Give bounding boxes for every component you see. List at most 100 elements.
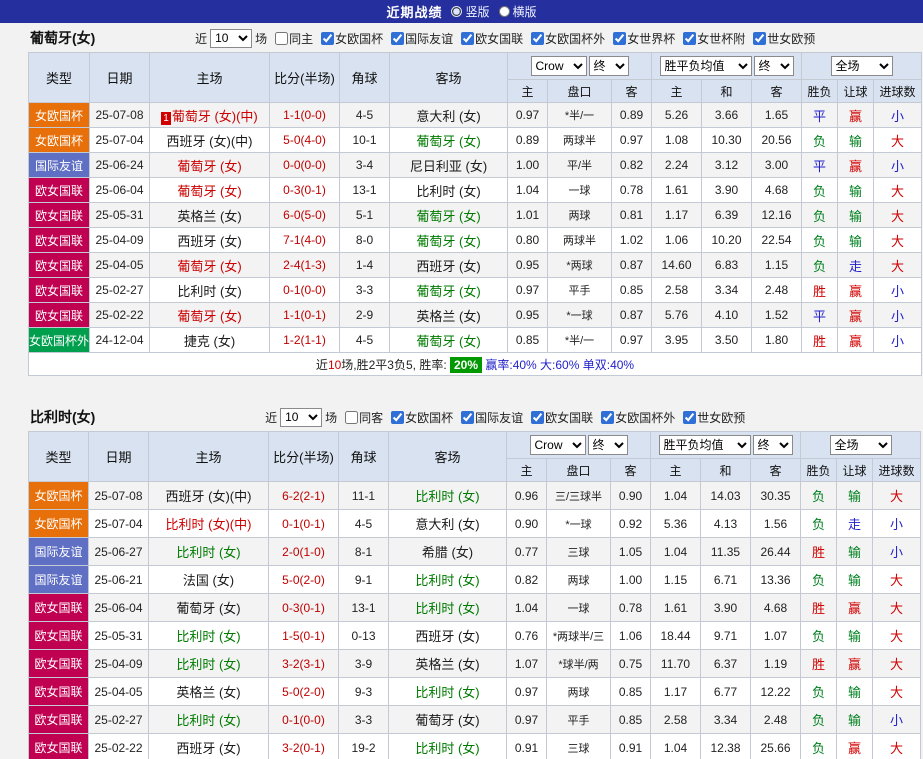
- home-team[interactable]: 捷克 (女): [149, 327, 271, 353]
- filter-competition-女欧国杯[interactable]: 女欧国杯: [391, 409, 453, 426]
- result-goals: 小: [872, 509, 921, 538]
- home-team[interactable]: 葡萄牙 (女): [148, 593, 269, 622]
- competition-checkbox[interactable]: [461, 410, 475, 424]
- competition-checkbox[interactable]: [391, 31, 405, 45]
- period-select[interactable]: 全场: [830, 56, 893, 76]
- filter-same-venue[interactable]: 同主: [275, 30, 313, 47]
- away-team[interactable]: 比利时 (女): [388, 677, 507, 706]
- filter-competition-女欧国杯外[interactable]: 女欧国杯外: [601, 409, 675, 426]
- layout-radio-horizontal[interactable]: [498, 6, 510, 17]
- avg-away: 12.16: [751, 202, 803, 228]
- recent-count-select[interactable]: 10: [280, 407, 323, 427]
- away-team[interactable]: 比利时 (女): [388, 481, 507, 510]
- away-team[interactable]: 葡萄牙 (女): [389, 202, 509, 228]
- corner-score: 3-3: [338, 705, 389, 734]
- home-team[interactable]: 西班牙 (女): [149, 227, 271, 253]
- competition-checkbox[interactable]: [753, 31, 767, 45]
- filter-competition-世女欧预[interactable]: 世女欧预: [753, 30, 815, 47]
- bookmaker-select[interactable]: Crow: [530, 56, 587, 76]
- away-team[interactable]: 意大利 (女): [388, 509, 507, 538]
- matches-table: 类型 日期 主场 比分(半场) 角球 客场 Crow 终胜平负均值终全场主盘口客主和客胜负 让球…: [28, 431, 921, 759]
- away-team[interactable]: 意大利 (女): [389, 102, 509, 128]
- home-team[interactable]: 法国 (女): [148, 565, 269, 594]
- away-team[interactable]: 葡萄牙 (女): [389, 277, 509, 303]
- home-team[interactable]: 葡萄牙 (女): [149, 152, 271, 178]
- competition-checkbox[interactable]: [613, 31, 627, 45]
- avg-odds-select[interactable]: 胜平负均值: [658, 435, 751, 455]
- period-select[interactable]: 全场: [829, 435, 892, 455]
- away-team[interactable]: 希腊 (女): [388, 537, 507, 566]
- col-odds-handicap: 盘口: [547, 79, 613, 103]
- home-team[interactable]: 比利时 (女)(中): [148, 509, 269, 538]
- filter-competition-女世界杯[interactable]: 女世界杯: [613, 30, 675, 47]
- away-team[interactable]: 尼日利亚 (女): [389, 152, 509, 178]
- away-team[interactable]: 葡萄牙 (女): [389, 227, 509, 253]
- home-team[interactable]: 比利时 (女): [148, 537, 269, 566]
- home-team[interactable]: 葡萄牙 (女): [149, 302, 271, 328]
- away-team[interactable]: 葡萄牙 (女): [389, 327, 509, 353]
- home-team[interactable]: 比利时 (女): [148, 705, 269, 734]
- away-team[interactable]: 西班牙 (女): [388, 621, 507, 650]
- filter-competition-欧女国联[interactable]: 欧女国联: [461, 30, 523, 47]
- competition-checkbox[interactable]: [683, 410, 697, 424]
- away-team[interactable]: 比利时 (女): [389, 177, 509, 203]
- avg-home: 5.26: [651, 102, 703, 128]
- odds-handicap: *半/一: [547, 102, 613, 128]
- away-team[interactable]: 西班牙 (女): [389, 252, 509, 278]
- away-team[interactable]: 英格兰 (女): [389, 302, 509, 328]
- home-team[interactable]: 英格兰 (女): [149, 202, 271, 228]
- avg-odds-select[interactable]: 胜平负均值: [659, 56, 752, 76]
- filter-competition-女欧国杯外[interactable]: 女欧国杯外: [531, 30, 605, 47]
- competition-checkbox[interactable]: [391, 410, 405, 424]
- filter-competition-女世杯附[interactable]: 女世杯附: [683, 30, 745, 47]
- filter-competition-国际友谊[interactable]: 国际友谊: [461, 409, 523, 426]
- competition-checkbox[interactable]: [531, 31, 545, 45]
- filter-same-venue[interactable]: 同客: [345, 409, 383, 426]
- home-team[interactable]: 西班牙 (女)(中): [149, 127, 271, 153]
- odds-final-select[interactable]: 终: [587, 435, 628, 455]
- same-venue-checkbox[interactable]: [275, 31, 289, 45]
- away-team[interactable]: 英格兰 (女): [388, 649, 507, 678]
- filter-competition-国际友谊[interactable]: 国际友谊: [391, 30, 453, 47]
- bookmaker-select[interactable]: Crow: [529, 435, 586, 455]
- away-team[interactable]: 比利时 (女): [388, 733, 507, 759]
- layout-radio-vertical[interactable]: [451, 6, 463, 17]
- layout-option-horizontal[interactable]: 横版: [498, 3, 537, 20]
- home-team[interactable]: 葡萄牙 (女): [149, 177, 271, 203]
- result-goals: 小: [873, 102, 923, 128]
- odds-away: 0.75: [610, 649, 651, 678]
- odds-home: 1.04: [507, 177, 549, 203]
- home-team[interactable]: 比利时 (女): [149, 277, 271, 303]
- filter-competition-世女欧预[interactable]: 世女欧预: [683, 409, 745, 426]
- result-handicap: 输: [837, 202, 875, 228]
- odds-final-select[interactable]: 终: [588, 56, 629, 76]
- home-team[interactable]: 西班牙 (女)(中): [148, 481, 269, 510]
- away-team[interactable]: 葡萄牙 (女): [388, 705, 507, 734]
- away-team[interactable]: 葡萄牙 (女): [389, 127, 509, 153]
- layout-option-vertical[interactable]: 竖版: [451, 3, 490, 20]
- avg-final-select[interactable]: 终: [753, 56, 794, 76]
- home-team[interactable]: 比利时 (女): [148, 621, 269, 650]
- home-team[interactable]: 1 葡萄牙 (女)(中): [149, 102, 271, 128]
- home-team[interactable]: 比利时 (女): [148, 649, 269, 678]
- col-result-outcome: 胜负: [801, 79, 839, 103]
- competition-checkbox[interactable]: [601, 410, 615, 424]
- away-team[interactable]: 比利时 (女): [388, 593, 507, 622]
- competition-checkbox[interactable]: [683, 31, 697, 45]
- match-score: 2-4(1-3): [269, 252, 341, 278]
- away-team[interactable]: 比利时 (女): [388, 565, 507, 594]
- filter-competition-女欧国杯[interactable]: 女欧国杯: [321, 30, 383, 47]
- result-outcome: 平: [801, 152, 839, 178]
- competition-checkbox[interactable]: [321, 31, 335, 45]
- avg-away: 2.48: [751, 277, 803, 303]
- home-team[interactable]: 英格兰 (女): [148, 677, 269, 706]
- match-type-badge: 女欧国杯: [28, 481, 89, 510]
- recent-count-select[interactable]: 10: [210, 28, 253, 48]
- competition-checkbox[interactable]: [461, 31, 475, 45]
- home-team[interactable]: 葡萄牙 (女): [149, 252, 271, 278]
- avg-final-select[interactable]: 终: [752, 435, 793, 455]
- same-venue-checkbox[interactable]: [345, 410, 359, 424]
- filter-competition-欧女国联[interactable]: 欧女国联: [531, 409, 593, 426]
- competition-checkbox[interactable]: [531, 410, 545, 424]
- home-team[interactable]: 西班牙 (女): [148, 733, 269, 759]
